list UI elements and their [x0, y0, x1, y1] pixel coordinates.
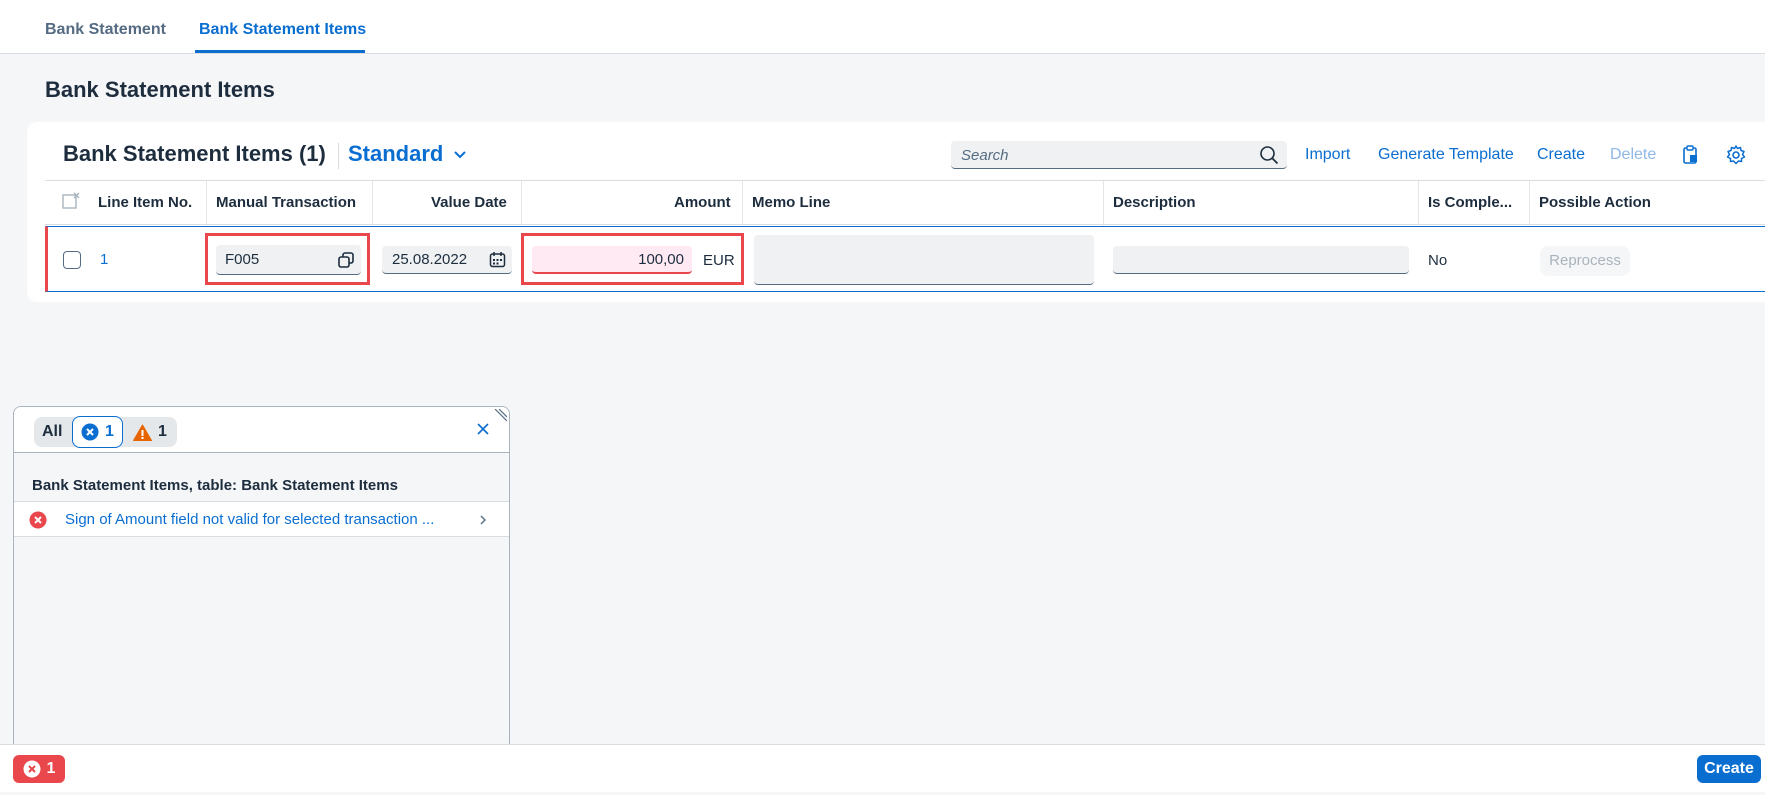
column-header-memo-line[interactable]: Memo Line: [752, 194, 830, 211]
filter-errors-count: 1: [105, 423, 114, 440]
import-button[interactable]: Import: [1305, 146, 1350, 164]
description-field[interactable]: [1113, 246, 1409, 274]
filter-warnings-count: 1: [158, 423, 167, 440]
reprocess-button[interactable]: Reprocess: [1540, 246, 1630, 276]
table-header-row: Line Item No. Manual Transaction Value D…: [45, 180, 1765, 226]
column-separator: [206, 181, 207, 226]
active-tab-indicator: [195, 50, 365, 53]
message-list-item[interactable]: Sign of Amount field not valid for selec…: [14, 501, 509, 537]
paste-icon[interactable]: [1680, 144, 1702, 166]
value-date-value: 25.08.2022: [392, 251, 468, 268]
column-header-possible-action[interactable]: Possible Action: [1539, 194, 1651, 211]
error-icon: [29, 511, 47, 529]
column-header-value-date[interactable]: Value Date: [431, 194, 507, 211]
error-icon: [23, 760, 41, 778]
search-icon[interactable]: [1259, 145, 1279, 165]
warning-icon: [133, 424, 152, 441]
title-separator: [338, 143, 339, 169]
variant-label: Standard: [348, 141, 444, 166]
filter-errors-button[interactable]: 1: [73, 417, 122, 447]
search-field[interactable]: [951, 141, 1287, 169]
column-header-amount[interactable]: Amount: [674, 194, 731, 211]
page-title: Bank Statement Items: [45, 77, 275, 102]
is-complete-value: No: [1428, 252, 1448, 269]
row-checkbox[interactable]: [63, 251, 81, 269]
amount-value: 100,00: [638, 251, 684, 268]
message-popover: All 1 1 Bank Statement Items, table: Ban…: [13, 406, 510, 751]
delete-button[interactable]: Delete: [1610, 146, 1656, 164]
table-title: Bank Statement Items (1): [63, 141, 326, 166]
column-separator: [742, 181, 743, 226]
footer-bar: 1 Create: [0, 744, 1765, 792]
column-header-is-complete[interactable]: Is Comple...: [1428, 194, 1512, 211]
column-separator: [1103, 181, 1104, 226]
search-input[interactable]: [961, 144, 1241, 166]
tab-bank-statement-items[interactable]: Bank Statement Items: [199, 21, 366, 39]
column-separator: [1529, 181, 1530, 226]
calendar-icon[interactable]: [489, 251, 506, 268]
line-item-no-link[interactable]: 1: [100, 251, 108, 268]
amount-field[interactable]: 100,00: [532, 246, 692, 274]
currency-label: EUR: [703, 252, 735, 269]
create-item-button[interactable]: Create: [1537, 146, 1585, 164]
column-header-line-item-no[interactable]: Line Item No.: [98, 194, 192, 211]
tab-bank-statement[interactable]: Bank Statement: [45, 21, 166, 39]
manual-transaction-field[interactable]: F005: [216, 245, 361, 275]
resize-handle-icon[interactable]: [493, 409, 507, 423]
settings-icon[interactable]: [1725, 144, 1747, 166]
filter-all-label: All: [42, 423, 63, 440]
manual-transaction-value: F005: [225, 251, 260, 268]
filter-warnings-button[interactable]: 1: [125, 417, 175, 447]
message-group-title: Bank Statement Items, table: Bank Statem…: [32, 477, 398, 494]
generate-template-button[interactable]: Generate Template: [1378, 146, 1514, 164]
value-help-icon[interactable]: [337, 251, 355, 269]
message-text: Sign of Amount field not valid for selec…: [65, 511, 435, 528]
chevron-right-icon: [480, 515, 486, 525]
column-header-description[interactable]: Description: [1113, 194, 1196, 211]
filter-all-button[interactable]: All: [34, 417, 70, 447]
column-separator: [372, 181, 373, 226]
memo-line-textarea[interactable]: [754, 235, 1094, 285]
chevron-down-icon: [454, 151, 467, 159]
column-header-manual-transaction[interactable]: Manual Transaction: [216, 194, 356, 211]
column-separator: [521, 181, 522, 226]
object-page-tab-bar: Bank Statement Bank Statement Items: [0, 0, 1765, 54]
message-popover-header: All 1 1: [14, 407, 509, 453]
variant-selector[interactable]: Standard: [348, 141, 467, 167]
value-date-field[interactable]: 25.08.2022: [382, 246, 512, 274]
message-popover-toggle-button[interactable]: 1: [13, 755, 65, 783]
error-icon: [81, 423, 99, 441]
column-separator: [1418, 181, 1419, 226]
close-icon[interactable]: [475, 421, 491, 437]
create-button[interactable]: Create: [1697, 755, 1761, 783]
footer-error-count: 1: [46, 760, 56, 777]
clear-selection-icon[interactable]: [61, 191, 81, 211]
